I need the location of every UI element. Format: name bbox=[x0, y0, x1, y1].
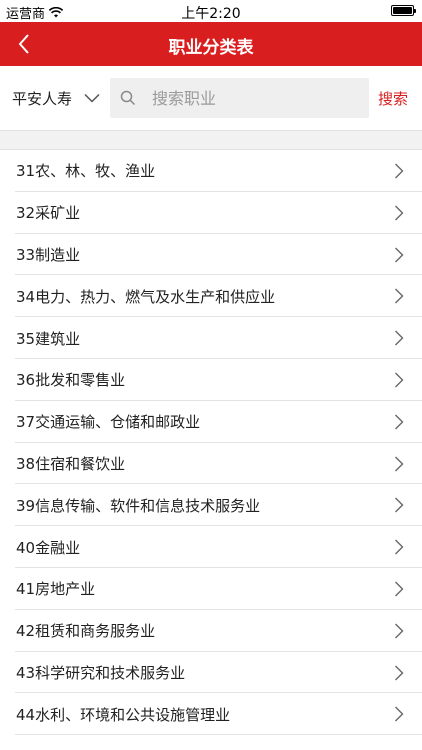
search-button[interactable]: 搜索 bbox=[378, 88, 408, 109]
list-item[interactable]: 31农、林、牧、渔业 bbox=[0, 150, 422, 192]
chevron-right-icon bbox=[395, 665, 404, 681]
list-item-label: 36批发和零售业 bbox=[16, 371, 126, 390]
list-item-label: 31农、林、牧、渔业 bbox=[16, 162, 156, 181]
list-item-label: 34电力、热力、燃气及水生产和供应业 bbox=[16, 287, 276, 306]
chevron-right-icon bbox=[395, 163, 404, 179]
company-dropdown[interactable]: 平安人寿 bbox=[12, 84, 100, 112]
chevron-right-icon bbox=[395, 706, 404, 722]
chevron-right-icon bbox=[395, 456, 404, 472]
search-box[interactable] bbox=[110, 78, 369, 118]
list-item-label: 40金融业 bbox=[16, 538, 81, 557]
list-item-label: 41房地产业 bbox=[16, 580, 96, 599]
chevron-right-icon bbox=[395, 372, 404, 388]
chevron-right-icon bbox=[395, 539, 404, 555]
chevron-right-icon bbox=[395, 414, 404, 430]
list-item[interactable]: 44水利、环境和公共设施管理业 bbox=[0, 693, 422, 735]
chevron-right-icon bbox=[395, 581, 404, 597]
status-time: 上午2:20 bbox=[181, 6, 241, 22]
list-item[interactable]: 41房地产业 bbox=[0, 568, 422, 610]
list-item[interactable]: 38住宿和餐饮业 bbox=[0, 443, 422, 485]
chevron-down-icon bbox=[84, 93, 100, 103]
list-item[interactable]: 42租赁和商务服务业 bbox=[0, 610, 422, 652]
category-list: 31农、林、牧、渔业 32采矿业 33制造业 34电力、热力、燃气及水生产和供应业 35… bbox=[0, 150, 422, 750]
company-label: 平安人寿 bbox=[12, 89, 73, 108]
chevron-right-icon bbox=[395, 288, 404, 304]
section-divider bbox=[0, 130, 422, 150]
battery-icon bbox=[391, 5, 416, 16]
chevron-right-icon bbox=[395, 623, 404, 639]
nav-bar: 职业分类表 bbox=[0, 22, 422, 66]
chevron-right-icon bbox=[395, 247, 404, 263]
list-item[interactable]: 32采矿业 bbox=[0, 192, 422, 234]
chevron-right-icon bbox=[395, 330, 404, 346]
list-item-label: 43科学研究和技术服务业 bbox=[16, 663, 186, 682]
list-item-label: 33制造业 bbox=[16, 245, 81, 264]
list-item-label: 39信息传输、软件和信息技术服务业 bbox=[16, 496, 261, 515]
list-item[interactable]: 35建筑业 bbox=[0, 317, 422, 359]
list-item[interactable]: 34电力、热力、燃气及水生产和供应业 bbox=[0, 275, 422, 317]
chevron-right-icon bbox=[395, 497, 404, 513]
chevron-right-icon bbox=[395, 205, 404, 221]
page-title: 职业分类表 bbox=[168, 38, 254, 58]
list-item[interactable]: 39信息传输、软件和信息技术服务业 bbox=[0, 484, 422, 526]
list-item-label: 38住宿和餐饮业 bbox=[16, 454, 126, 473]
list-item-label: 37交通运输、仓储和邮政业 bbox=[16, 413, 201, 432]
search-input[interactable] bbox=[152, 88, 342, 108]
list-item[interactable]: 33制造业 bbox=[0, 234, 422, 276]
list-item-label: 44水利、环境和公共设施管理业 bbox=[16, 705, 231, 724]
list-item[interactable]: 40金融业 bbox=[0, 526, 422, 568]
list-item-label: 32采矿业 bbox=[16, 204, 81, 223]
list-item-label: 42租赁和商务服务业 bbox=[16, 622, 156, 641]
list-item-label: 35建筑业 bbox=[16, 329, 81, 348]
search-row: 平安人寿 搜索 bbox=[0, 66, 422, 130]
status-bar: 运营商 上午2:20 bbox=[0, 0, 422, 22]
search-icon bbox=[120, 90, 136, 106]
list-item[interactable]: 36批发和零售业 bbox=[0, 359, 422, 401]
list-item[interactable]: 37交通运输、仓储和邮政业 bbox=[0, 401, 422, 443]
list-item[interactable]: 43科学研究和技术服务业 bbox=[0, 652, 422, 694]
